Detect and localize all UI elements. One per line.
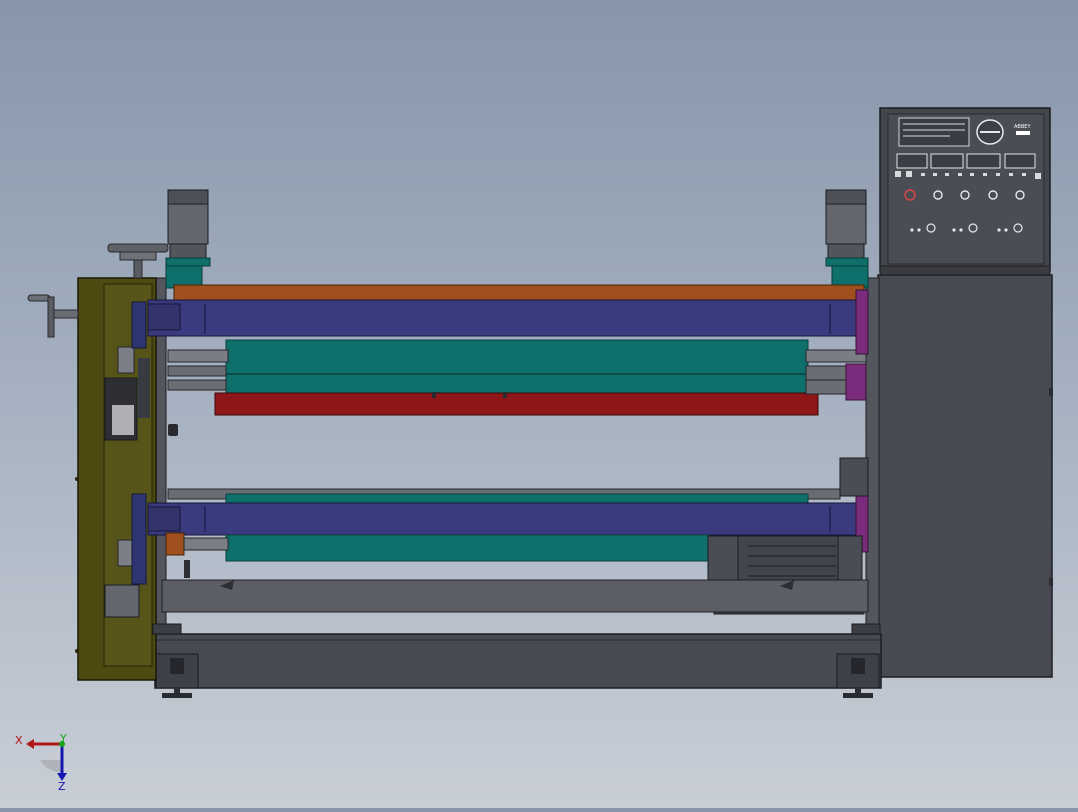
bottom-gray-roller	[161, 579, 869, 613]
upper-blue-roller	[147, 299, 861, 337]
side-handwheel-icon	[27, 294, 79, 338]
upper-roller-set	[147, 284, 869, 416]
right-top-motor	[825, 189, 869, 289]
lower-teal-roller	[225, 534, 711, 562]
cad-viewport[interactable]: ABBEY X Y Z	[0, 0, 1078, 808]
y-axis-label: Y	[59, 732, 67, 745]
x-axis-label: X	[15, 734, 23, 747]
panel-brand-label: ABBEY	[1014, 124, 1031, 130]
electrical-cabinet	[877, 274, 1053, 678]
lower-blue-roller	[147, 502, 861, 536]
left-top-motor	[165, 189, 211, 289]
upper-teal-roller	[225, 339, 809, 395]
right-leveling-foot	[836, 653, 880, 698]
control-panel: ABBEY	[879, 107, 1051, 276]
orientation-triad: X Y Z	[15, 732, 67, 793]
left-leveling-foot	[155, 653, 199, 698]
top-handwheel-icon	[107, 243, 169, 279]
z-axis-label: Z	[58, 780, 66, 793]
red-guide-roller	[214, 392, 819, 416]
base-frame	[154, 633, 882, 698]
machine-drawing: ABBEY X Y Z	[15, 107, 1053, 793]
